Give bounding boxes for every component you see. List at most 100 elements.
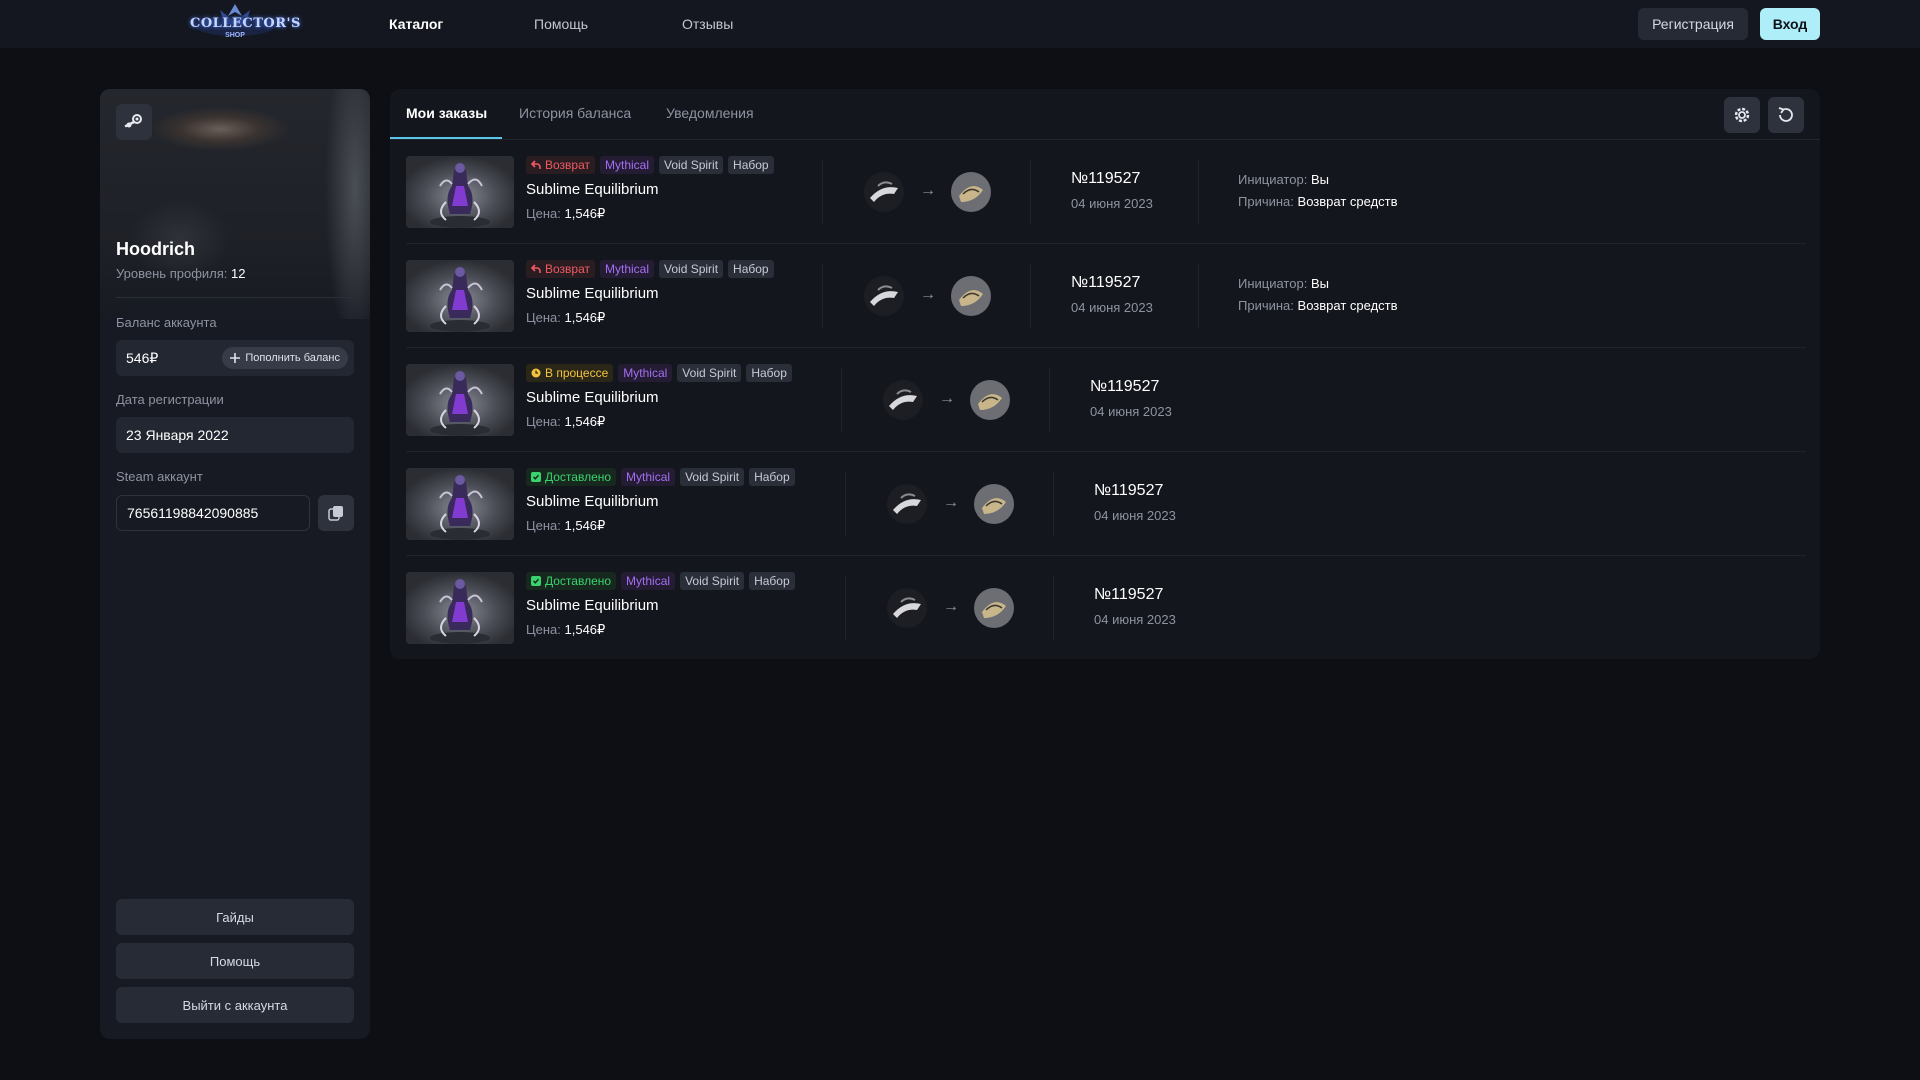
item-hero-image [430,267,490,332]
balance-value: 546₽ [126,349,159,366]
sender-avatar-image [864,172,904,212]
arrow-right-icon: → [920,182,936,199]
tab-my-orders[interactable]: Мои заказы [406,105,487,121]
receiver-avatar[interactable] [974,588,1014,628]
profile-level-value: 12 [231,266,246,281]
order-row[interactable]: В процессе Mythical Void Spirit Набор Su… [390,348,1820,452]
steam-account-field[interactable]: 76561198842090885 [116,495,310,531]
receiver-avatar-image [974,588,1014,628]
column-divider [1030,160,1031,224]
balance-label: Баланс аккаунта [116,315,217,330]
receiver-avatar[interactable] [970,380,1010,420]
order-date: 04 июня 2023 [1071,196,1153,211]
type-tag: Набор [746,364,792,382]
topup-balance-button[interactable]: Пополнить баланс [222,347,348,369]
column-divider [1053,472,1054,536]
refresh-button[interactable] [1768,97,1804,133]
item-hero-image [430,579,490,644]
order-initiator: Инициатор: Вы [1238,276,1329,291]
receiver-avatar[interactable] [951,172,991,212]
item-hero-image [430,475,490,540]
rarity-tag: Mythical [621,468,676,486]
login-button[interactable]: Вход [1760,8,1820,40]
tab-notifications[interactable]: Уведомления [666,105,754,121]
topup-balance-label: Пополнить баланс [245,352,340,364]
column-divider [1030,264,1031,328]
status-badge: В процессе [526,364,614,382]
item-image[interactable] [406,364,514,436]
order-row[interactable]: Возврат Mythical Void Spirit Набор Subli… [390,140,1820,244]
steam-icon [124,114,142,128]
item-image[interactable] [406,260,514,332]
hero-tag: Void Spirit [659,156,724,174]
price-value: 1,546₽ [564,206,606,221]
arrow-right-icon: → [939,390,955,407]
nav-link-help[interactable]: Помощь [534,16,588,32]
order-date: 04 июня 2023 [1071,300,1153,315]
logo-subtext: SHOP [225,32,245,39]
register-button[interactable]: Регистрация [1638,8,1748,40]
receiver-avatar-image [951,276,991,316]
arrow-right-icon: → [943,598,959,615]
logo-text: COLLECTOR'S [190,16,301,31]
reason-label: Причина: [1238,298,1294,313]
type-tag: Набор [749,572,795,590]
item-tags: Возврат Mythical Void Spirit Набор [526,156,774,174]
sender-avatar[interactable] [864,172,904,212]
item-name: Sublime Equilibrium [526,597,659,614]
logout-button[interactable]: Выйти с аккаунта [116,987,354,1023]
price-label: Цена: [526,414,561,429]
tab-balance-history[interactable]: История баланса [519,105,631,121]
rarity-tag: Mythical [621,572,676,590]
item-price: Цена: 1,546₽ [526,622,605,638]
initiator-label: Инициатор: [1238,172,1308,187]
steam-account-label: Steam аккаунт [116,469,203,484]
registration-date-label: Дата регистрации [116,392,224,407]
order-date: 04 июня 2023 [1090,404,1172,419]
site-logo[interactable]: COLLECTOR'S SHOP [190,2,301,46]
top-navbar: COLLECTOR'S SHOP Каталог Помощь Отзывы Р… [0,0,1920,48]
help-button[interactable]: Помощь [116,943,354,979]
sender-avatar[interactable] [887,484,927,524]
nav-link-reviews[interactable]: Отзывы [682,16,733,32]
settings-button[interactable] [1724,97,1760,133]
receiver-avatar[interactable] [974,484,1014,524]
receiver-avatar[interactable] [951,276,991,316]
item-name: Sublime Equilibrium [526,181,659,198]
item-price: Цена: 1,546₽ [526,206,605,222]
check-icon [531,472,541,482]
hero-tag: Void Spirit [680,572,745,590]
type-tag: Набор [749,468,795,486]
status-text: Доставлено [545,574,612,588]
reason-value: Возврат средств [1297,298,1398,313]
sender-avatar-image [887,588,927,628]
order-number: №119527 [1071,170,1141,187]
order-row[interactable]: Доставлено Mythical Void Spirit Набор Su… [390,556,1820,659]
hero-tag: Void Spirit [659,260,724,278]
item-image[interactable] [406,156,514,228]
steam-badge[interactable] [116,104,152,140]
item-price: Цена: 1,546₽ [526,414,605,430]
guides-button[interactable]: Гайды [116,899,354,935]
copy-steam-id-button[interactable] [318,495,354,531]
sender-avatar[interactable] [864,276,904,316]
order-row[interactable]: Возврат Mythical Void Spirit Набор Subli… [390,244,1820,348]
order-reason: Причина: Возврат средств [1238,194,1398,209]
arrow-right-icon: → [920,286,936,303]
reason-label: Причина: [1238,194,1294,209]
receiver-avatar-image [974,484,1014,524]
profile-level: Уровень профиля: 12 [116,266,245,281]
status-badge: Доставлено [526,468,617,486]
item-price: Цена: 1,546₽ [526,310,605,326]
price-value: 1,546₽ [564,622,606,637]
sender-avatar[interactable] [887,588,927,628]
return-arrow-icon [531,264,541,273]
order-row[interactable]: Доставлено Mythical Void Spirit Набор Su… [390,452,1820,556]
item-image[interactable] [406,468,514,540]
username: Hoodrich [116,239,195,259]
sender-avatar[interactable] [883,380,923,420]
item-image[interactable] [406,572,514,644]
nav-link-catalog[interactable]: Каталог [389,16,443,32]
column-divider [1198,264,1199,328]
status-badge: Возврат [526,156,595,174]
